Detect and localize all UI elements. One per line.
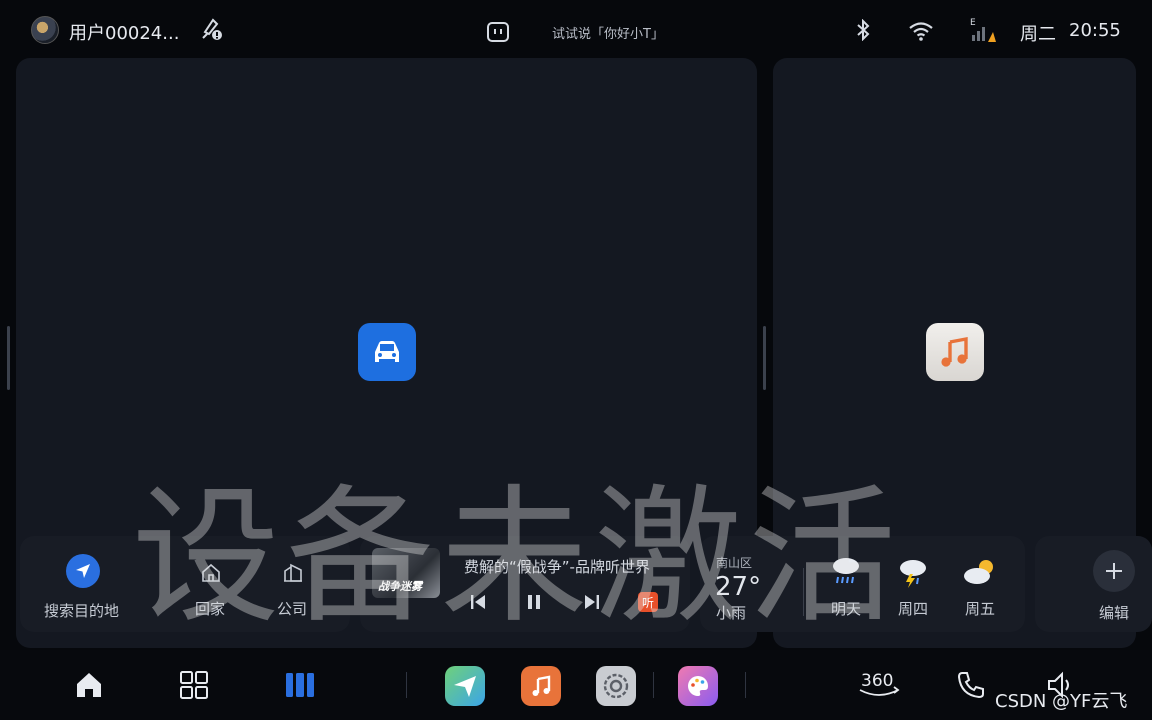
- weather-divider: [803, 568, 804, 616]
- music-app-tile[interactable]: [926, 323, 984, 381]
- settings-app-icon[interactable]: [596, 666, 636, 706]
- gear-icon: [603, 673, 629, 699]
- theme-app-icon[interactable]: [678, 666, 718, 706]
- camera-360-label: 360: [861, 671, 893, 691]
- home-icon[interactable]: [74, 670, 104, 700]
- go-home-label[interactable]: 回家: [195, 598, 225, 619]
- thunderstorm-icon: [900, 560, 926, 588]
- wifi-icon[interactable]: [907, 20, 935, 42]
- split-view-icon[interactable]: [285, 670, 315, 700]
- heavy-rain-icon: [833, 558, 859, 584]
- bluetooth-icon[interactable]: [854, 19, 872, 41]
- car-icon: [375, 341, 399, 362]
- partly-cloudy-icon: [964, 560, 993, 584]
- album-cover-text: 战争迷雾: [378, 580, 422, 593]
- forecast-day-1: 明天: [831, 600, 862, 618]
- weather-condition: 小雨: [716, 604, 747, 622]
- edit-label[interactable]: 编辑: [1099, 602, 1129, 623]
- car-app-tile[interactable]: [358, 323, 416, 381]
- home-outline-icon[interactable]: [200, 562, 222, 584]
- previous-track-icon[interactable]: [468, 592, 488, 612]
- edit-widget: [1035, 536, 1152, 632]
- music-app-icon[interactable]: [521, 666, 561, 706]
- music-note-icon: [532, 675, 551, 696]
- weekday: 周二: [1020, 24, 1056, 45]
- dock-separator: [745, 672, 746, 698]
- left-edge-handle[interactable]: [7, 326, 10, 390]
- dock-separator: [406, 672, 407, 698]
- voice-assistant-icon[interactable]: [486, 20, 510, 44]
- forecast-day-3: 周五: [965, 600, 996, 618]
- search-destination-label[interactable]: 搜索目的地: [44, 600, 119, 621]
- music-note-icon: [941, 336, 968, 367]
- clock: 20:55: [1069, 20, 1121, 41]
- pause-icon[interactable]: [524, 592, 544, 612]
- signal-type-label: E: [970, 18, 976, 28]
- track-title: 费解的“假战争”-品牌听世界: [464, 558, 650, 576]
- split-divider-handle[interactable]: [763, 326, 766, 390]
- username[interactable]: 用户00024...: [69, 19, 179, 45]
- forecast-day-2: 周四: [898, 600, 929, 618]
- paper-plane-icon: [454, 676, 476, 697]
- phone-icon[interactable]: [956, 670, 986, 700]
- navigation-arrow-icon: [76, 564, 90, 578]
- status-bar: 用户00024... 试试说「你好小T」 E 周二 20:55: [0, 0, 1152, 60]
- weather-district: 南山区: [716, 556, 753, 570]
- palette-icon: [688, 676, 708, 696]
- navigation-app-icon[interactable]: [445, 666, 485, 706]
- camera-360-icon[interactable]: 360: [857, 668, 901, 702]
- company-building-icon[interactable]: [282, 562, 304, 584]
- location-alert-icon[interactable]: [199, 16, 225, 42]
- edit-widgets-button[interactable]: [1093, 550, 1135, 592]
- audio-source-badge[interactable]: 听: [638, 592, 658, 612]
- search-destination-button[interactable]: [66, 554, 100, 588]
- watermark: CSDN @YF云飞: [995, 691, 1128, 712]
- user-avatar[interactable]: [31, 16, 59, 44]
- weather-temperature: 27°: [715, 572, 762, 602]
- go-company-label[interactable]: 公司: [277, 598, 307, 619]
- dock-separator: [653, 672, 654, 698]
- voice-hint-text: 试试说「你好小T」: [552, 27, 664, 42]
- apps-grid-icon[interactable]: [179, 670, 209, 700]
- cellular-signal-warning-icon[interactable]: E: [968, 16, 996, 44]
- next-track-icon[interactable]: [582, 592, 602, 612]
- plus-icon: [1106, 563, 1122, 579]
